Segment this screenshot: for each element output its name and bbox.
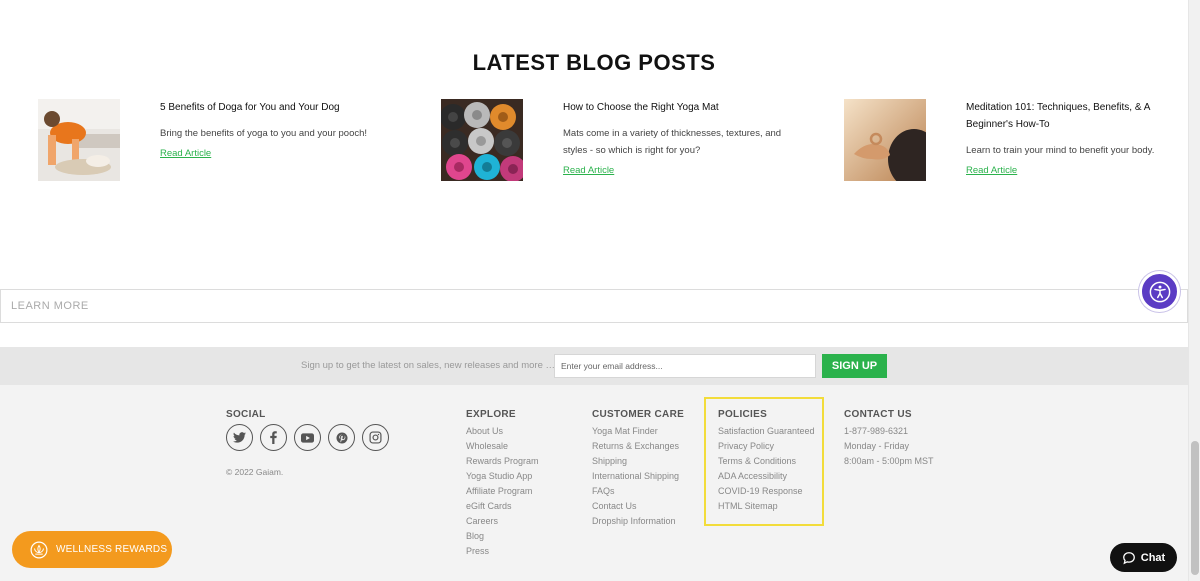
social-heading: SOCIAL [226,409,266,420]
contact-heading: CONTACT US [844,409,912,420]
footer-link-terms-conditions[interactable]: Terms & Conditions [718,454,815,469]
instagram-icon[interactable] [362,424,389,451]
blog-post-description: Learn to train your mind to benefit your… [966,145,1155,156]
blog-post-image-yoga-mats[interactable] [441,99,523,181]
wellness-rewards-button[interactable]: WELLNESS REWARDS [12,531,172,568]
footer-link-rewards-program[interactable]: Rewards Program [466,454,539,469]
footer-link-about-us[interactable]: About Us [466,424,539,439]
blog-post-image-doga[interactable] [38,99,120,181]
footer-link-dropship-information[interactable]: Dropship Information [592,514,684,529]
policies-heading: POLICIES [718,409,768,420]
youtube-icon[interactable] [294,424,321,451]
lotus-icon [30,541,48,558]
footer-link-contact-us[interactable]: Contact Us [592,499,684,514]
footer-link-returns-exchanges[interactable]: Returns & Exchanges [592,439,684,454]
footer-link-covid-19-response[interactable]: COVID-19 Response [718,484,815,499]
footer-link-yoga-mat-finder[interactable]: Yoga Mat Finder [592,424,684,439]
accessibility-widget-button[interactable] [1139,271,1180,312]
blog-post-title[interactable]: How to Choose the Right Yoga Mat [563,99,783,116]
blog-post-description: Mats come in a variety of thicknesses, t… [563,128,782,156]
footer-link-wholesale[interactable]: Wholesale [466,439,539,454]
footer-link-yoga-studio-app[interactable]: Yoga Studio App [466,469,539,484]
blog-post: Meditation 101: Techniques, Benefits, & … [844,99,1188,189]
site-footer: SOCIAL © 2022 Gaiam. EXPLORE About Us Wh… [0,385,1188,581]
footer-link-html-sitemap[interactable]: HTML Sitemap [718,499,815,514]
footer-col-contact: CONTACT US 1-877-989-6321 Monday - Frida… [844,409,934,469]
chat-label: Chat [1140,551,1166,564]
chat-bubble-icon [1122,551,1135,564]
read-article-link[interactable]: Read Article [966,165,1017,176]
footer-link-satisfaction-guaranteed[interactable]: Satisfaction Guaranteed [718,424,815,439]
explore-heading: EXPLORE [466,409,516,420]
footer-link-international-shipping[interactable]: International Shipping [592,469,684,484]
footer-link-faqs[interactable]: FAQs [592,484,684,499]
social-icons [226,424,389,451]
page-scrollbar[interactable] [1188,0,1200,581]
scrollbar-thumb[interactable] [1191,441,1199,575]
contact-phone[interactable]: 1-877-989-6321 [844,424,934,439]
blog-post: 5 Benefits of Doga for You and Your Dog … [38,99,383,189]
facebook-icon[interactable] [260,424,287,451]
customer-care-heading: CUSTOMER CARE [592,409,685,420]
blog-post-title[interactable]: 5 Benefits of Doga for You and Your Dog [160,99,380,116]
twitter-icon[interactable] [226,424,253,451]
footer-col-explore: EXPLORE About Us Wholesale Rewards Progr… [466,409,539,559]
footer-col-policies: POLICIES Satisfaction Guaranteed Privacy… [718,409,815,514]
footer-link-privacy-policy[interactable]: Privacy Policy [718,439,815,454]
footer-link-careers[interactable]: Careers [466,514,539,529]
pinterest-icon[interactable] [328,424,355,451]
footer-link-press[interactable]: Press [466,544,539,559]
footer-link-ada-accessibility[interactable]: ADA Accessibility [718,469,815,484]
blog-post-title[interactable]: Meditation 101: Techniques, Benefits, & … [966,99,1186,133]
read-article-link[interactable]: Read Article [160,148,211,159]
chat-button[interactable]: Chat [1110,543,1177,572]
blog-section-title: LATEST BLOG POSTS [472,50,716,75]
footer-col-customer-care: CUSTOMER CARE Yoga Mat Finder Returns & … [592,409,684,529]
footer-link-affiliate-program[interactable]: Affiliate Program [466,484,539,499]
contact-hours: 8:00am - 5:00pm MST [844,456,934,466]
newsletter-signup: Sign up to get the latest on sales, new … [0,347,1188,385]
read-article-link[interactable]: Read Article [563,165,614,176]
sign-up-button[interactable]: SIGN UP [822,354,887,378]
footer-col-social: SOCIAL © 2022 Gaiam. [226,409,389,477]
contact-days: Monday - Friday [844,441,910,451]
page: LATEST BLOG POSTS 5 Benefits of Doga for… [0,0,1188,581]
learn-more-bar[interactable]: LEARN MORE [0,289,1188,323]
wellness-rewards-label: WELLNESS REWARDS [56,544,168,555]
copyright-text: © 2022 Gaiam. [226,467,284,477]
accessibility-icon [1149,281,1170,302]
footer-link-blog[interactable]: Blog [466,529,539,544]
blog-post-image-meditation[interactable] [844,99,926,181]
signup-prompt: Sign up to get the latest on sales, new … [301,360,556,371]
email-input[interactable] [554,354,816,378]
blog-post-description: Bring the benefits of yoga to you and yo… [160,128,368,139]
footer-link-egift-cards[interactable]: eGift Cards [466,499,539,514]
blog-post: How to Choose the Right Yoga Mat Mats co… [441,99,786,189]
footer-link-shipping[interactable]: Shipping [592,454,684,469]
